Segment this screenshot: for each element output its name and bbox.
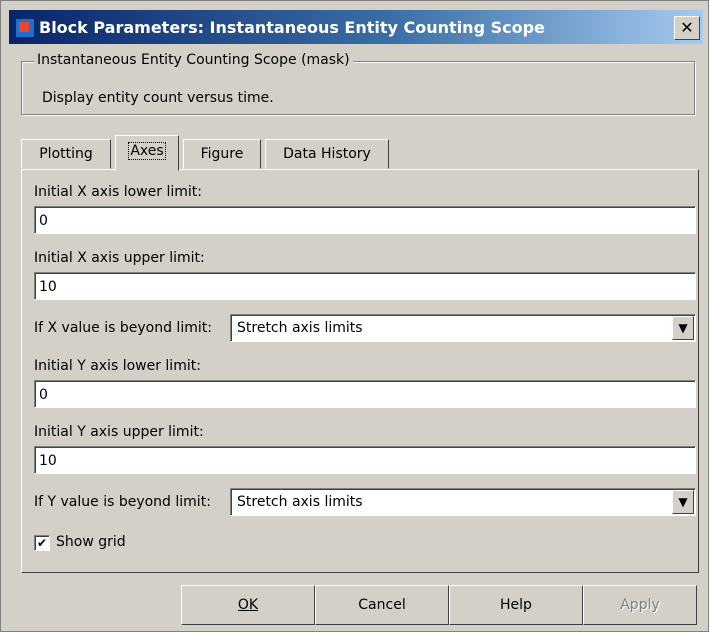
x-upper-field[interactable]: 10 [34, 272, 696, 300]
y-upper-field[interactable]: 10 [34, 446, 696, 474]
mask-description-group: Instantaneous Entity Counting Scope (mas… [21, 52, 695, 115]
y-upper-label: Initial Y axis upper limit: [34, 424, 204, 440]
chevron-down-icon[interactable]: ▼ [672, 316, 694, 340]
x-beyond-label: If X value is beyond limit: [34, 320, 212, 336]
cancel-label: Cancel [358, 597, 406, 613]
y-beyond-dropdown[interactable]: Stretch axis limits ▼ [230, 488, 696, 516]
simulink-block-icon [15, 18, 35, 38]
title-bar[interactable]: Block Parameters: Instantaneous Entity C… [9, 10, 703, 44]
cancel-button[interactable]: Cancel [315, 585, 449, 625]
tab-label: Plotting [39, 146, 93, 162]
x-beyond-value: Stretch axis limits [237, 320, 363, 336]
x-upper-label: Initial X axis upper limit: [34, 250, 205, 266]
help-button[interactable]: Help [449, 585, 583, 625]
window-title: Block Parameters: Instantaneous Entity C… [39, 18, 545, 37]
axes-panel: Initial X axis lower limit: 0 Initial X … [21, 169, 699, 573]
ok-button[interactable]: OK [181, 585, 315, 625]
y-beyond-value: Stretch axis limits [237, 494, 363, 510]
help-label: Help [500, 597, 532, 613]
tab-axes[interactable]: Axes [115, 135, 179, 171]
show-grid-label: Show grid [56, 534, 126, 550]
tab-label: Data History [283, 146, 371, 162]
apply-label: Apply [620, 597, 660, 613]
close-button[interactable]: ✕ [674, 16, 700, 40]
mask-description: Display entity count versus time. [42, 90, 274, 106]
y-beyond-label: If Y value is beyond limit: [34, 494, 211, 510]
x-lower-field[interactable]: 0 [34, 206, 696, 234]
block-parameters-dialog: Block Parameters: Instantaneous Entity C… [0, 0, 709, 632]
apply-button[interactable]: Apply [583, 585, 697, 625]
tab-label: Figure [200, 146, 244, 162]
tab-figure[interactable]: Figure [183, 139, 261, 169]
checkmark-icon[interactable]: ✔ [34, 535, 50, 551]
x-beyond-dropdown[interactable]: Stretch axis limits ▼ [230, 314, 696, 342]
ok-label: OK [237, 597, 259, 613]
chevron-down-icon[interactable]: ▼ [672, 490, 694, 514]
mask-title: Instantaneous Entity Counting Scope (mas… [34, 52, 353, 68]
tab-plotting[interactable]: Plotting [21, 139, 111, 169]
y-lower-field[interactable]: 0 [34, 380, 696, 408]
x-lower-label: Initial X axis lower limit: [34, 184, 202, 200]
tab-label: Axes [128, 142, 166, 160]
y-lower-label: Initial Y axis lower limit: [34, 358, 201, 374]
tab-data-history[interactable]: Data History [265, 139, 389, 169]
